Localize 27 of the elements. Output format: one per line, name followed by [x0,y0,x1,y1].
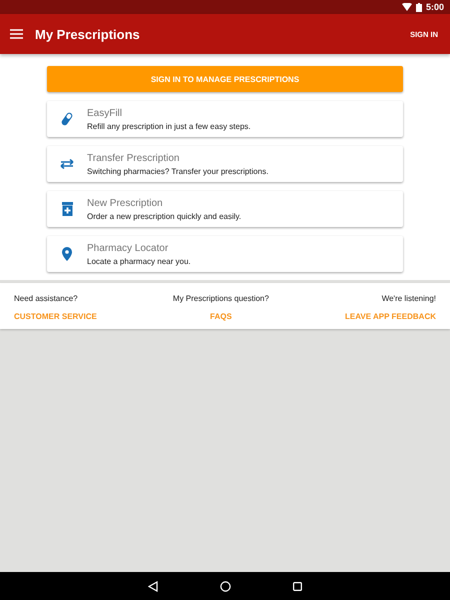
app-title: My Prescriptions [35,26,141,42]
card-title: EasyFill [87,108,124,118]
card-title: Pharmacy Locator [87,242,170,254]
help-prompt: My Prescriptions question? [172,294,269,303]
medicine-bottle-icon [62,202,72,216]
transfer-arrows-icon [60,159,74,169]
help-prompt: We're listening! [382,294,436,303]
help-prompt: Need assistance? [14,294,78,303]
location-pin-icon [62,247,72,261]
feature-card[interactable]: Transfer Prescription Switching pharmacies? Transfer your prescriptions. [47,146,403,182]
back-icon[interactable] [148,580,158,592]
card-title: New Prescription [87,198,164,208]
battery-icon [416,2,422,12]
card-subtitle: Switching pharmacies? Transfer your prescriptions. [87,166,268,176]
recents-icon[interactable] [293,582,302,590]
feature-card[interactable]: EasyFill Refill any prescription in just a few easy steps. [47,101,403,137]
wifi-icon [402,3,412,11]
card-subtitle: Order a new prescription quickly and easily. [87,212,242,220]
card-subtitle: Locate a pharmacy near you. [87,256,191,266]
menu-icon[interactable] [10,29,23,39]
feature-card[interactable]: Pharmacy Locator Locate a pharmacy near you. [47,236,403,272]
pill-icon [61,112,73,126]
home-icon[interactable] [220,580,231,592]
card-subtitle: Refill any prescription in just a few easy steps. [87,122,251,130]
clock-time: 5:00 [426,2,444,12]
feature-card[interactable]: New Prescription Order a new prescription quickly and easily. [47,191,403,227]
card-title: Transfer Prescription [87,152,180,164]
